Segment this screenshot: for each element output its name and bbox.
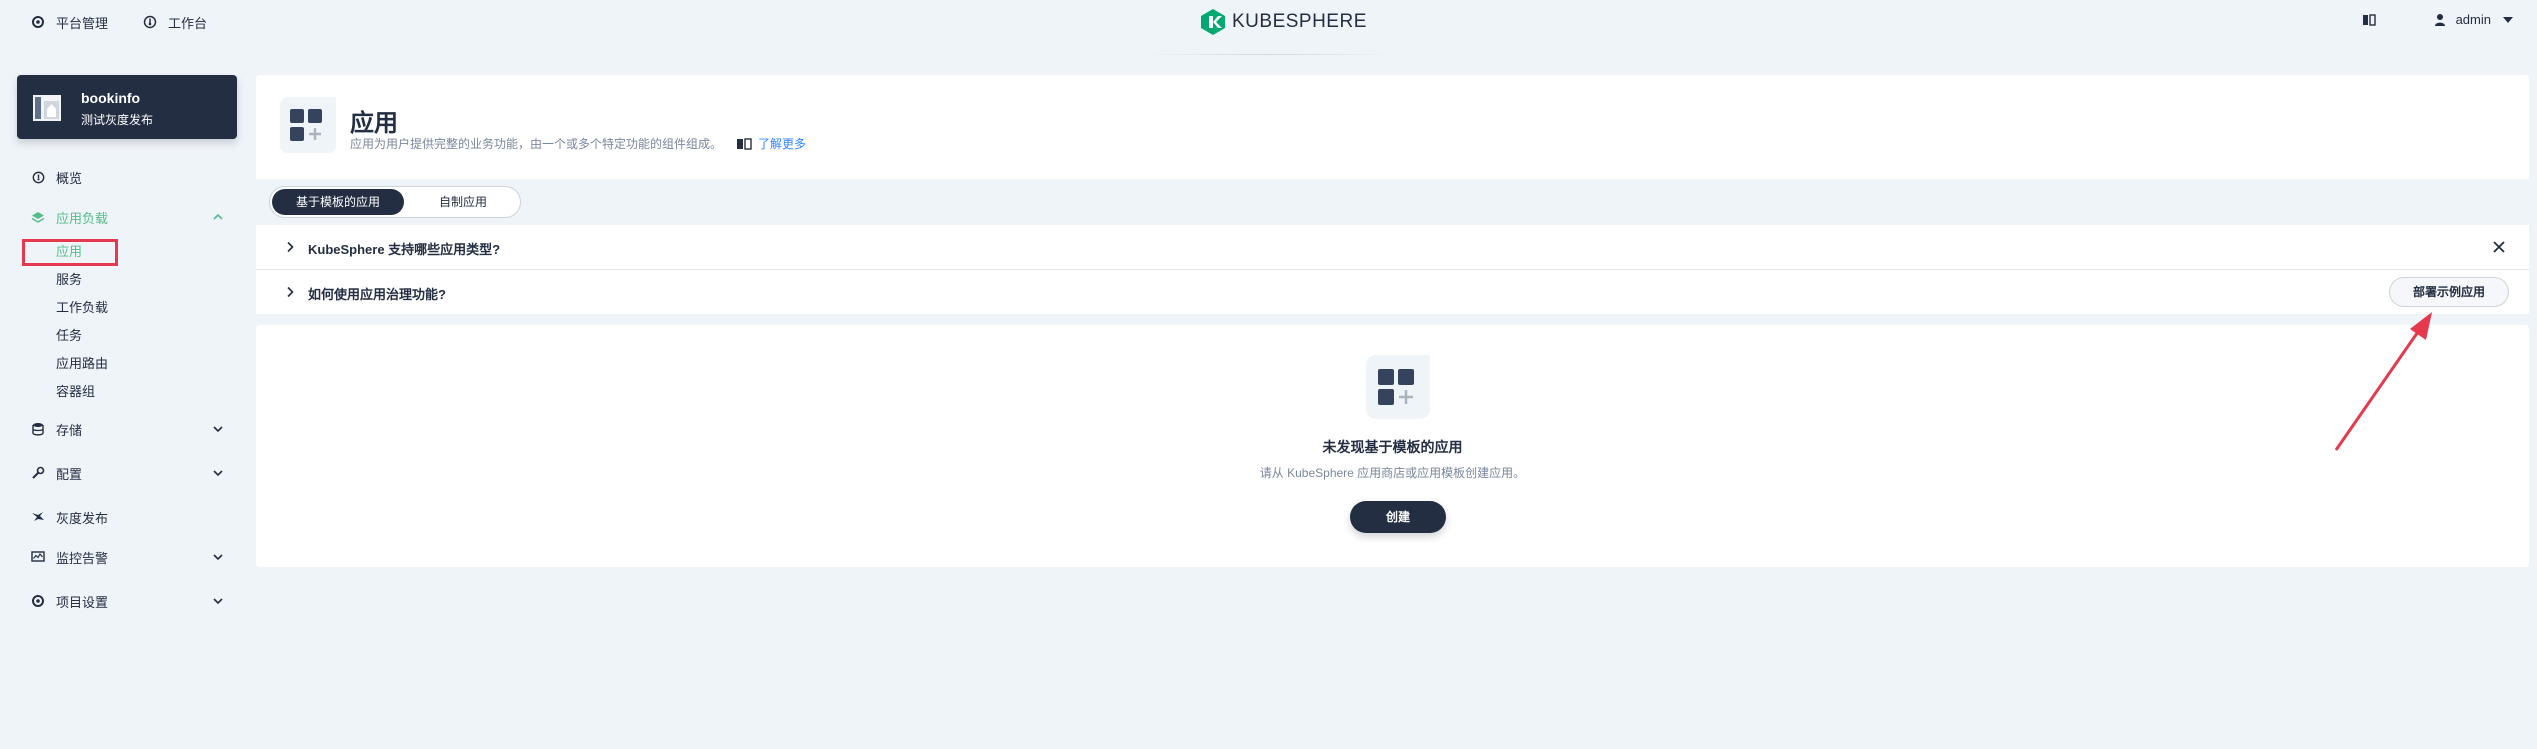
sidebar-item-label: 概览 [56, 170, 83, 186]
empty-state-card: 未发现基于模板的应用 请从 KubeSphere 应用商店或应用模板创建应用。 … [256, 325, 2529, 567]
chevron-down-icon [213, 598, 223, 605]
page-description-text: 应用为用户提供完整的业务功能，由一个或多个特定功能的组件组成。 [350, 137, 723, 151]
app-grid-icon [1366, 355, 1430, 419]
kubesphere-logo-icon [1201, 9, 1225, 35]
gear-icon [30, 14, 46, 30]
chevron-down-icon [213, 470, 223, 477]
logo-divider [1140, 54, 1397, 55]
user-name: admin [2455, 12, 2491, 27]
sidebar-sub-item-workloads[interactable]: 工作负载 [56, 298, 108, 318]
tab-custom-apps[interactable]: 自制应用 [408, 189, 518, 215]
app-type-tabs: 基于模板的应用 自制应用 [269, 186, 521, 218]
empty-state-title: 未发现基于模板的应用 [1322, 439, 1463, 455]
chevron-down-icon [213, 554, 223, 561]
project-name: bookinfo [81, 90, 141, 106]
deploy-sample-app-button[interactable]: 部署示例应用 [2389, 277, 2509, 307]
learn-more-label: 了解更多 [758, 137, 807, 151]
project-icon [31, 91, 65, 125]
wrench-icon [30, 465, 46, 481]
bird-icon [30, 509, 46, 525]
user-menu[interactable]: admin [2434, 12, 2513, 27]
workbench-label: 工作台 [168, 15, 208, 31]
user-icon [2434, 13, 2446, 27]
page-description: 应用为用户提供完整的业务功能，由一个或多个特定功能的组件组成。 了解更多 [350, 135, 806, 152]
kubesphere-logo[interactable]: KUBESPHERE [1200, 8, 1367, 36]
app-grid-icon [280, 97, 336, 153]
layers-icon [30, 209, 46, 225]
book-icon [736, 137, 752, 150]
chevron-right-icon [287, 241, 294, 253]
annotation-highlight-box [22, 239, 118, 266]
logo-text: KUBESPHERE [1232, 11, 1367, 32]
sidebar-group-storage[interactable]: 存储 [30, 418, 225, 440]
page-header: 应用 应用为用户提供完整的业务功能，由一个或多个特定功能的组件组成。 了解更多 [256, 75, 2529, 179]
sidebar-item-label: 监控告警 [56, 550, 109, 566]
sidebar-sub-item-routes[interactable]: 应用路由 [56, 354, 108, 374]
database-icon [30, 421, 46, 437]
chevron-up-icon [213, 213, 223, 220]
create-button[interactable]: 创建 [1350, 501, 1446, 533]
sidebar-group-workloads[interactable]: 应用负载 [30, 206, 225, 228]
tab-template-apps[interactable]: 基于模板的应用 [272, 189, 404, 215]
faq-question: KubeSphere 支持哪些应用类型? [308, 242, 501, 257]
sidebar-group-config[interactable]: 配置 [30, 462, 225, 484]
docs-icon[interactable] [2362, 13, 2376, 26]
gear-icon [30, 593, 46, 609]
faq-question: 如何使用应用治理功能? [308, 287, 446, 302]
page-title: 应用 [350, 110, 398, 137]
chevron-down-icon [213, 426, 223, 433]
workbench-link[interactable]: 工作台 [142, 12, 207, 32]
sidebar-item-label: 应用负载 [56, 210, 109, 226]
sidebar-item-label: 配置 [56, 466, 83, 482]
sidebar-item-label: 灰度发布 [56, 510, 109, 526]
sidebar-item-label: 存储 [56, 422, 83, 438]
faq-item-governance[interactable]: 如何使用应用治理功能? 部署示例应用 [256, 270, 2529, 314]
chevron-right-icon [287, 286, 294, 298]
learn-more-link[interactable]: 了解更多 [736, 135, 806, 152]
sidebar-sub-item-services[interactable]: 服务 [56, 270, 82, 290]
monitor-icon [30, 549, 46, 565]
faq-item-app-types[interactable]: KubeSphere 支持哪些应用类型? [256, 225, 2529, 269]
caret-down-icon [2503, 16, 2513, 23]
user-area: admin [2362, 12, 2513, 27]
sidebar-sub-item-jobs[interactable]: 任务 [56, 326, 82, 346]
close-icon[interactable] [2491, 239, 2507, 255]
sidebar-group-project-settings[interactable]: 项目设置 [30, 590, 225, 612]
sidebar-item-grayscale-release[interactable]: 灰度发布 [30, 506, 225, 528]
project-description: 测试灰度发布 [81, 113, 154, 127]
sidebar-sub-item-pods[interactable]: 容器组 [56, 382, 95, 402]
platform-management-link[interactable]: 平台管理 [30, 12, 108, 32]
sidebar-item-overview[interactable]: 概览 [30, 166, 225, 188]
project-card[interactable]: bookinfo 测试灰度发布 [17, 75, 237, 139]
overview-icon [30, 169, 46, 185]
sidebar-group-monitoring[interactable]: 监控告警 [30, 546, 225, 568]
empty-state-description: 请从 KubeSphere 应用商店或应用模板创建应用。 [1259, 466, 1526, 480]
sidebar-item-label: 项目设置 [56, 594, 109, 610]
dashboard-icon [142, 14, 158, 30]
platform-management-label: 平台管理 [56, 15, 109, 31]
top-bar: 平台管理 工作台 KUBESPHERE admin [0, 0, 2537, 55]
